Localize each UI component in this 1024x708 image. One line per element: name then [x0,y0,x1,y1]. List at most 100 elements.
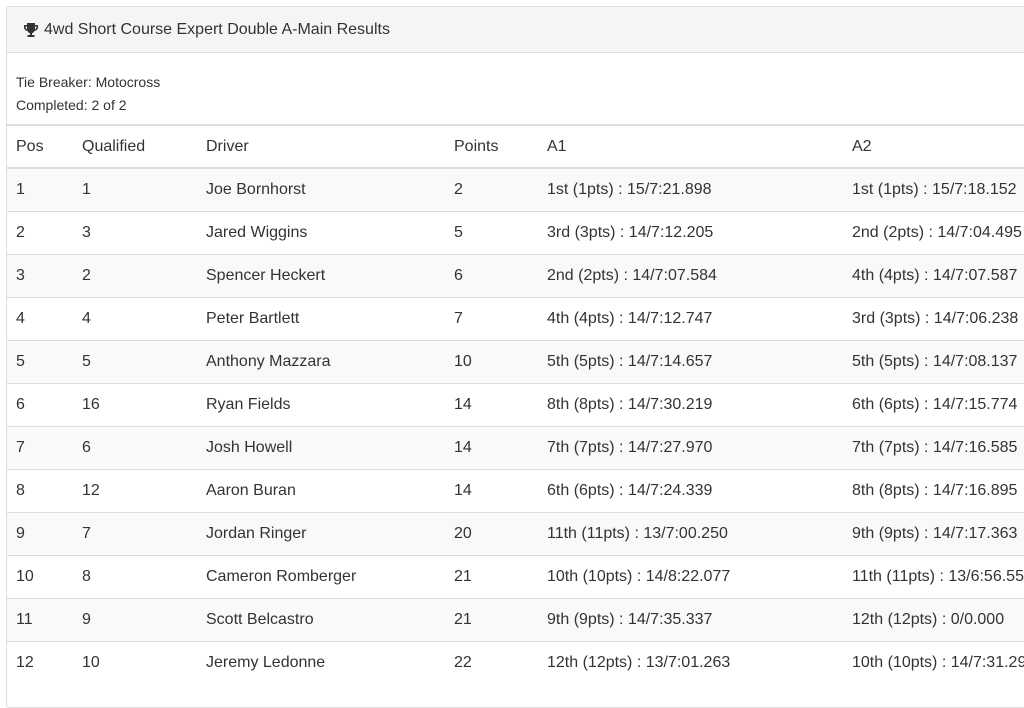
cell-a1: 12th (12pts) : 13/7:01.263 [538,640,843,684]
cell-points: 21 [445,597,538,641]
cell-points: 7 [445,296,538,340]
cell-pos: 3 [7,253,73,297]
cell-a1: 1st (1pts) : 15/7:21.898 [538,168,843,211]
cell-a1: 10th (10pts) : 14/8:22.077 [538,554,843,598]
cell-pos: 6 [7,382,73,426]
cell-a2: 11th (11pts) : 13/6:56.552 [843,554,1024,598]
cell-a2: 4th (4pts) : 14/7:07.587 [843,253,1024,297]
cell-qualified: 7 [73,511,197,555]
cell-pos: 1 [7,168,73,211]
cell-points: 6 [445,253,538,297]
cell-pos: 10 [7,554,73,598]
cell-qualified: 10 [73,640,197,684]
cell-driver: Jeremy Ledonne [197,640,445,684]
cell-qualified: 9 [73,597,197,641]
cell-points: 22 [445,640,538,684]
cell-a1: 11th (11pts) : 13/7:00.250 [538,511,843,555]
results-table: Pos Qualified Driver Points A1 A2 1 1 Jo… [7,126,1024,684]
cell-a2: 2nd (2pts) : 14/7:04.495 [843,210,1024,254]
cell-pos: 2 [7,210,73,254]
cell-qualified: 16 [73,382,197,426]
cell-driver: Josh Howell [197,425,445,469]
panel-heading: 4wd Short Course Expert Double A-Main Re… [7,7,1024,53]
cell-driver: Cameron Romberger [197,554,445,598]
cell-a1: 3rd (3pts) : 14/7:12.205 [538,210,843,254]
cell-a2: 9th (9pts) : 14/7:17.363 [843,511,1024,555]
cell-a2: 5th (5pts) : 14/7:08.137 [843,339,1024,383]
cell-qualified: 2 [73,253,197,297]
cell-a1: 5th (5pts) : 14/7:14.657 [538,339,843,383]
cell-points: 10 [445,339,538,383]
cell-qualified: 12 [73,468,197,512]
table-row: 5 5 Anthony Mazzara 10 5th (5pts) : 14/7… [7,339,1024,383]
cell-points: 14 [445,468,538,512]
cell-points: 21 [445,554,538,598]
cell-a1: 6th (6pts) : 14/7:24.339 [538,468,843,512]
cell-points: 14 [445,382,538,426]
cell-driver: Ryan Fields [197,382,445,426]
cell-driver: Aaron Buran [197,468,445,512]
table-row: 8 12 Aaron Buran 14 6th (6pts) : 14/7:24… [7,468,1024,512]
cell-a1: 9th (9pts) : 14/7:35.337 [538,597,843,641]
cell-qualified: 4 [73,296,197,340]
table-row: 2 3 Jared Wiggins 5 3rd (3pts) : 14/7:12… [7,210,1024,254]
cell-points: 20 [445,511,538,555]
cell-driver: Peter Bartlett [197,296,445,340]
cell-driver: Jared Wiggins [197,210,445,254]
cell-driver: Joe Bornhorst [197,168,445,211]
table-row: 9 7 Jordan Ringer 20 11th (11pts) : 13/7… [7,511,1024,555]
cell-qualified: 3 [73,210,197,254]
cell-a1: 2nd (2pts) : 14/7:07.584 [538,253,843,297]
cell-a2: 6th (6pts) : 14/7:15.774 [843,382,1024,426]
cell-a1: 4th (4pts) : 14/7:12.747 [538,296,843,340]
table-row: 7 6 Josh Howell 14 7th (7pts) : 14/7:27.… [7,425,1024,469]
tie-breaker-text: Tie Breaker: Motocross [16,74,161,90]
cell-pos: 12 [7,640,73,684]
cell-qualified: 8 [73,554,197,598]
cell-driver: Scott Belcastro [197,597,445,641]
table-row: 1 1 Joe Bornhorst 2 1st (1pts) : 15/7:21… [7,168,1024,211]
cell-qualified: 1 [73,168,197,211]
table-row: 4 4 Peter Bartlett 7 4th (4pts) : 14/7:1… [7,296,1024,340]
cell-a2: 8th (8pts) : 14/7:16.895 [843,468,1024,512]
results-table-body: 1 1 Joe Bornhorst 2 1st (1pts) : 15/7:21… [7,168,1024,684]
cell-a1: 7th (7pts) : 14/7:27.970 [538,425,843,469]
cell-a2: 7th (7pts) : 14/7:16.585 [843,425,1024,469]
table-row: 6 16 Ryan Fields 14 8th (8pts) : 14/7:30… [7,382,1024,426]
col-header-a2: A2 [843,126,1024,169]
table-row: 12 10 Jeremy Ledonne 22 12th (12pts) : 1… [7,640,1024,684]
trophy-icon [24,22,38,37]
cell-a2: 12th (12pts) : 0/0.000 [843,597,1024,641]
table-row: 3 2 Spencer Heckert 6 2nd (2pts) : 14/7:… [7,253,1024,297]
cell-a1: 8th (8pts) : 14/7:30.219 [538,382,843,426]
col-header-pos: Pos [7,126,73,169]
col-header-points: Points [445,126,538,169]
table-row: 11 9 Scott Belcastro 21 9th (9pts) : 14/… [7,597,1024,641]
table-header-row: Pos Qualified Driver Points A1 A2 [7,126,1024,169]
cell-a2: 1st (1pts) : 15/7:18.152 [843,168,1024,211]
cell-driver: Anthony Mazzara [197,339,445,383]
panel-title: 4wd Short Course Expert Double A-Main Re… [44,20,390,38]
cell-pos: 4 [7,296,73,340]
col-header-qualified: Qualified [73,126,197,169]
results-panel: 4wd Short Course Expert Double A-Main Re… [6,6,1024,708]
cell-pos: 5 [7,339,73,383]
table-row: 10 8 Cameron Romberger 21 10th (10pts) :… [7,554,1024,598]
cell-a2: 10th (10pts) : 14/7:31.295 [843,640,1024,684]
cell-points: 2 [445,168,538,211]
cell-pos: 11 [7,597,73,641]
cell-points: 14 [445,425,538,469]
cell-driver: Jordan Ringer [197,511,445,555]
race-info: Tie Breaker: Motocross Completed: 2 of 2 [7,53,1024,126]
cell-pos: 7 [7,425,73,469]
completed-text: Completed: 2 of 2 [16,97,127,113]
cell-pos: 9 [7,511,73,555]
cell-a2: 3rd (3pts) : 14/7:06.238 [843,296,1024,340]
cell-qualified: 5 [73,339,197,383]
cell-points: 5 [445,210,538,254]
cell-qualified: 6 [73,425,197,469]
cell-pos: 8 [7,468,73,512]
col-header-driver: Driver [197,126,445,169]
col-header-a1: A1 [538,126,843,169]
cell-driver: Spencer Heckert [197,253,445,297]
